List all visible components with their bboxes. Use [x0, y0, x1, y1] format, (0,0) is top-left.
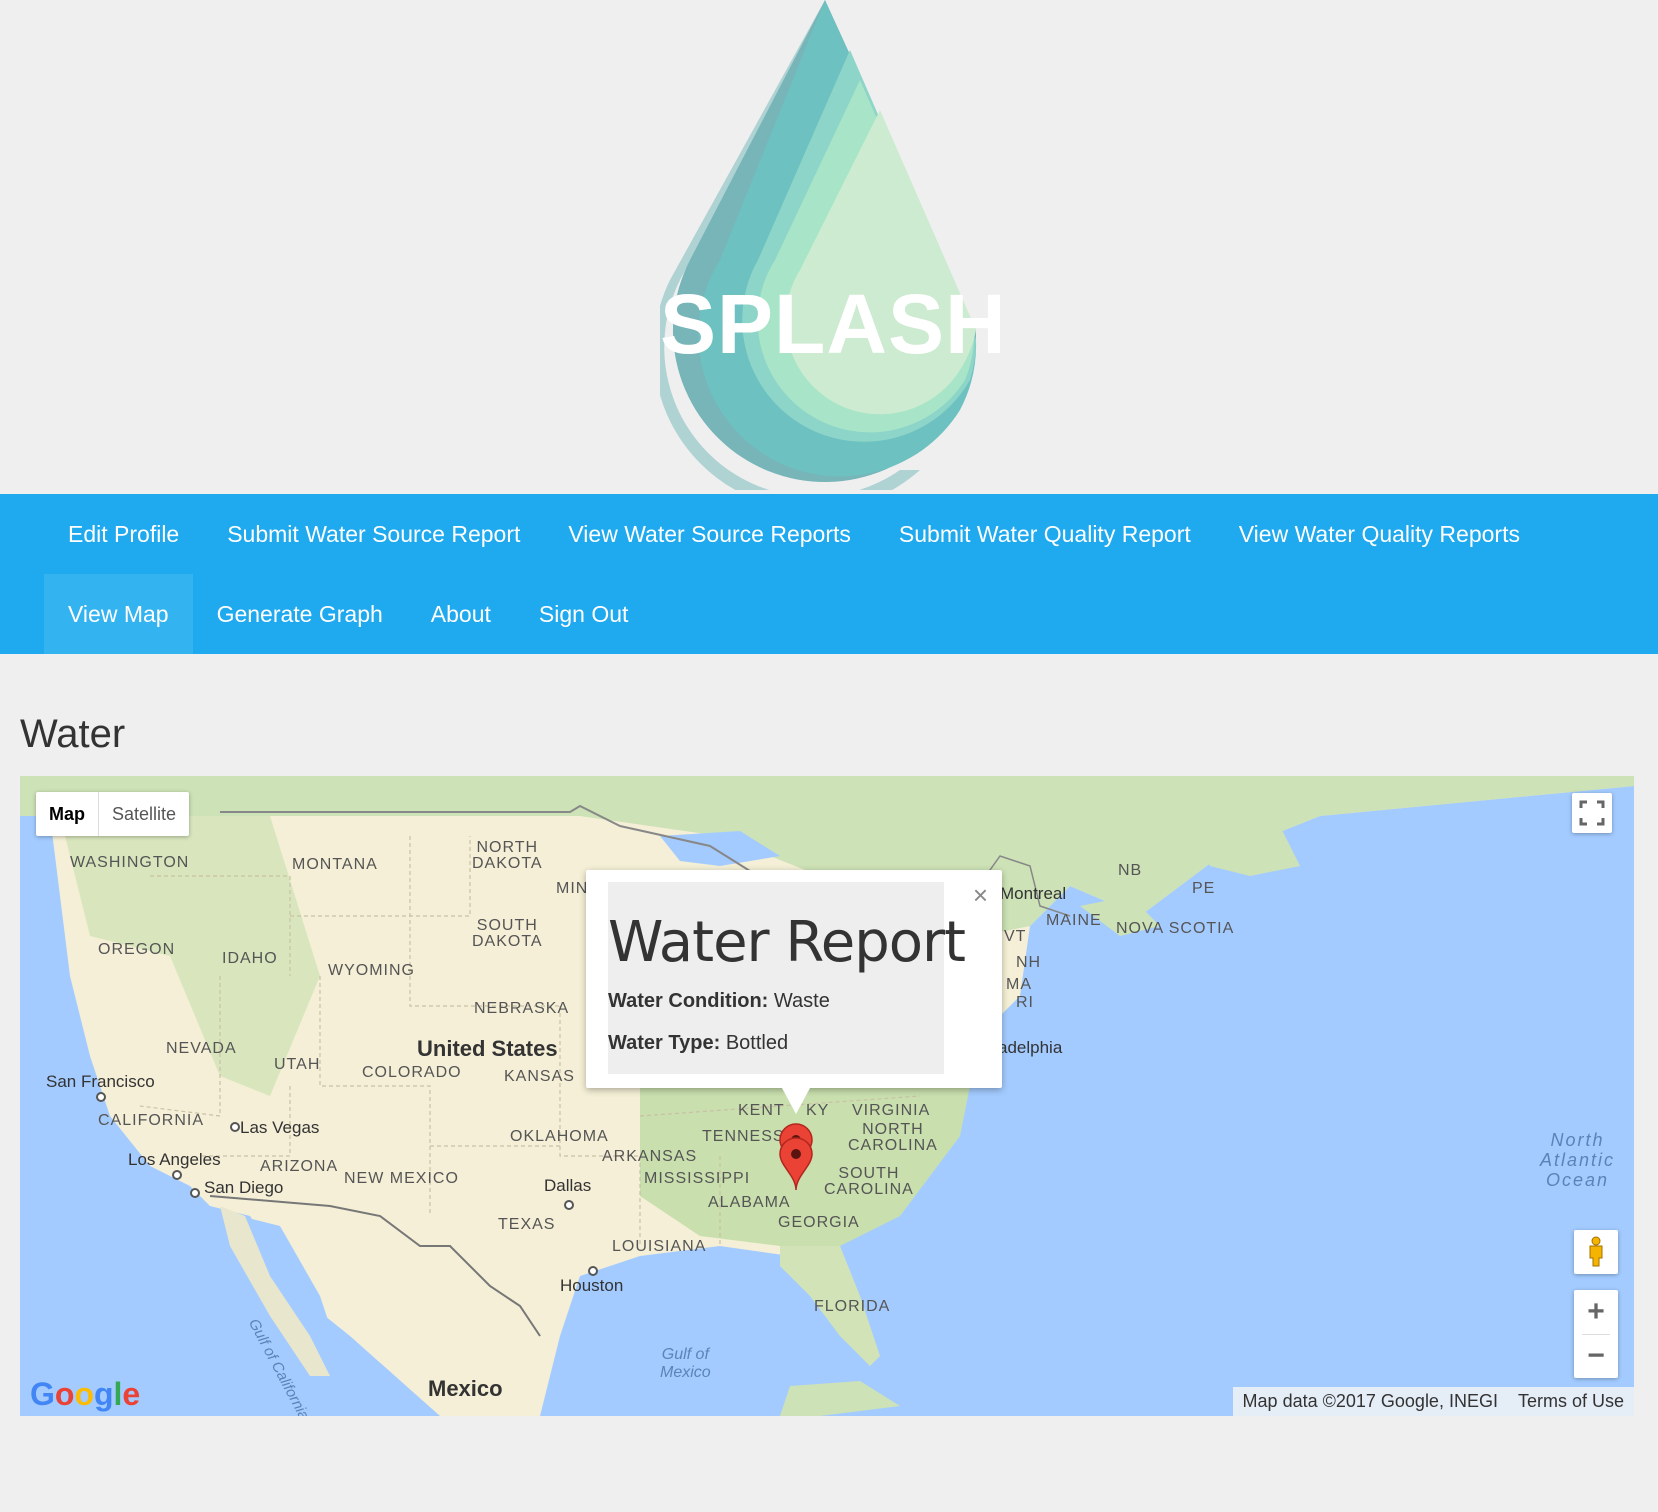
- label-pe: PE: [1192, 880, 1216, 897]
- label-arkansas: ARKANSAS: [602, 1148, 698, 1165]
- label-louisiana: LOUISIANA: [612, 1238, 707, 1255]
- zoom-divider: [1582, 1334, 1610, 1335]
- label-las-vegas: Las Vegas: [240, 1118, 320, 1137]
- map-attribution: Map data ©2017 Google, INEGI Terms of Us…: [1232, 1387, 1634, 1416]
- label-min: MIN: [556, 880, 589, 897]
- fullscreen-icon: [1579, 800, 1605, 826]
- zoom-control: + −: [1574, 1290, 1618, 1378]
- label-nova-scotia: NOVA SCOTIA: [1116, 920, 1235, 937]
- label-nebraska: NEBRASKA: [474, 1000, 570, 1017]
- label-kansas: KANSAS: [504, 1068, 575, 1085]
- logo-text: SPLASH: [660, 277, 1007, 371]
- label-philadelphia: adelphia: [998, 1038, 1063, 1057]
- page-title: Water: [20, 712, 126, 756]
- label-north-atlantic-ocean: North Atlantic Ocean: [1540, 1130, 1616, 1190]
- label-idaho: IDAHO: [222, 950, 278, 967]
- nav-sign-out[interactable]: Sign Out: [515, 574, 653, 654]
- pegman-icon: [1589, 1236, 1603, 1267]
- label-montana: MONTANA: [292, 856, 378, 873]
- info-window-tail: [782, 1088, 810, 1114]
- label-nb: NB: [1118, 862, 1143, 879]
- label-washington: WASHINGTON: [70, 854, 190, 871]
- label-tennessee: TENNESS: [702, 1128, 785, 1145]
- label-new-mexico: NEW MEXICO: [344, 1170, 459, 1187]
- label-north-dakota: NORTH DAKOTA: [472, 839, 543, 872]
- label-georgia: GEORGIA: [778, 1214, 860, 1231]
- water-type-row: Water Type: Bottled: [608, 1032, 788, 1055]
- nav-view-water-quality-reports[interactable]: View Water Quality Reports: [1215, 494, 1544, 574]
- zoom-out-button[interactable]: −: [1574, 1334, 1618, 1378]
- label-colorado: COLORADO: [362, 1064, 462, 1081]
- city-dot: [96, 1092, 106, 1102]
- label-florida: FLORIDA: [814, 1298, 891, 1315]
- city-dot: [172, 1170, 182, 1180]
- label-mississippi: MISSISSIPPI: [644, 1170, 751, 1187]
- main-navbar: Edit Profile Submit Water Source Report …: [0, 494, 1658, 654]
- nav-submit-water-source-report[interactable]: Submit Water Source Report: [203, 494, 544, 574]
- label-san-diego: San Diego: [204, 1178, 284, 1197]
- city-dot: [190, 1188, 200, 1198]
- label-ma: MA: [1006, 976, 1032, 993]
- terms-of-use-link[interactable]: Terms of Use: [1518, 1391, 1624, 1412]
- label-houston: Houston: [560, 1276, 624, 1295]
- label-texas: TEXAS: [498, 1216, 556, 1233]
- info-window-title: Water Report: [608, 910, 966, 975]
- nav-about[interactable]: About: [407, 574, 515, 654]
- label-san-francisco: San Francisco: [46, 1072, 155, 1091]
- map-data-attribution: Map data ©2017 Google, INEGI: [1242, 1391, 1498, 1411]
- label-oklahoma: OKLAHOMA: [510, 1128, 609, 1145]
- nav-submit-water-quality-report[interactable]: Submit Water Quality Report: [875, 494, 1215, 574]
- google-logo[interactable]: Google: [30, 1376, 140, 1413]
- city-dot: [230, 1122, 240, 1132]
- label-wyoming: WYOMING: [328, 962, 415, 979]
- city-dot: [588, 1266, 598, 1276]
- google-map[interactable]: WASHINGTON MONTANA NORTH DAKOTA MIN SOUT…: [20, 776, 1634, 1416]
- nav-view-map[interactable]: View Map: [44, 574, 193, 654]
- close-icon[interactable]: ×: [973, 880, 988, 911]
- street-view-pegman-button[interactable]: [1574, 1230, 1618, 1274]
- label-maine: MAINE: [1046, 912, 1102, 929]
- city-dot: [564, 1200, 574, 1210]
- zoom-in-button[interactable]: +: [1574, 1290, 1618, 1334]
- water-type-label: Water Type:: [608, 1032, 721, 1054]
- water-condition-row: Water Condition: Waste: [608, 990, 830, 1013]
- water-drop-logo: [660, 0, 977, 490]
- label-south-carolina: SOUTH CAROLINA: [824, 1165, 914, 1198]
- water-condition-value: Waste: [773, 990, 830, 1012]
- fullscreen-button[interactable]: [1572, 793, 1612, 833]
- label-ri: RI: [1016, 994, 1034, 1011]
- label-united-states: United States: [417, 1036, 558, 1061]
- map-type-control: Map Satellite: [36, 792, 190, 836]
- nav-edit-profile[interactable]: Edit Profile: [44, 494, 203, 574]
- map-type-satellite-button[interactable]: Satellite: [99, 792, 189, 836]
- label-virginia: VIRGINIA: [852, 1102, 931, 1119]
- label-north-carolina: NORTH CAROLINA: [848, 1121, 938, 1154]
- label-arizona: ARIZONA: [260, 1158, 339, 1175]
- label-south-dakota: SOUTH DAKOTA: [472, 917, 543, 950]
- label-kentucky: KENT: [738, 1102, 785, 1119]
- splash-logo: SPLASH: [0, 0, 1658, 494]
- label-dallas: Dallas: [544, 1176, 592, 1195]
- water-type-value: Bottled: [725, 1032, 789, 1054]
- label-utah: UTAH: [274, 1056, 321, 1073]
- nav-view-water-source-reports[interactable]: View Water Source Reports: [544, 494, 875, 574]
- water-report-info-window: Water Report Water Condition: Waste Wate…: [586, 870, 1002, 1114]
- map-marker-icon[interactable]: [776, 1136, 816, 1192]
- water-condition-label: Water Condition:: [608, 990, 769, 1012]
- label-california: CALIFORNIA: [98, 1112, 205, 1129]
- label-alabama: ALABAMA: [708, 1194, 791, 1211]
- map-type-map-button[interactable]: Map: [36, 792, 99, 836]
- label-nevada: NEVADA: [166, 1040, 237, 1057]
- label-nh: NH: [1016, 954, 1042, 971]
- label-montreal: Montreal: [1000, 884, 1067, 903]
- label-oregon: OREGON: [98, 941, 176, 958]
- label-gulf-of-mexico: Gulf of Mexico: [660, 1346, 711, 1381]
- label-los-angeles: Los Angeles: [128, 1150, 221, 1169]
- nav-generate-graph[interactable]: Generate Graph: [193, 574, 407, 654]
- label-vt: VT: [1004, 928, 1027, 945]
- info-window-content: Water Report Water Condition: Waste Wate…: [608, 882, 966, 1074]
- label-mexico: Mexico: [428, 1376, 503, 1401]
